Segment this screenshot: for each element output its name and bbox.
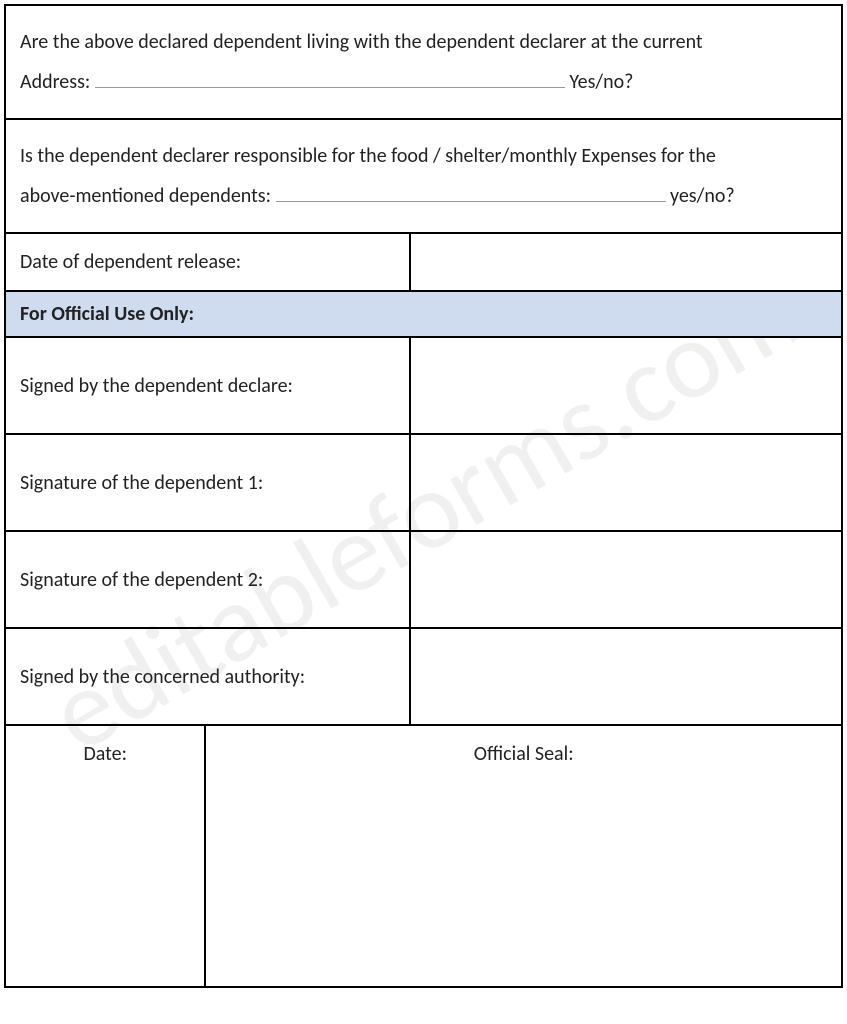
sig-dep2-row: Signature of the dependent 2:	[6, 532, 841, 629]
q1-address-label: Address:	[20, 70, 90, 94]
form-table: Are the above declared dependent living …	[4, 4, 843, 988]
signed-authority-label: Signed by the concerned authority:	[6, 629, 411, 724]
q1-suffix: Yes/no?	[569, 70, 633, 94]
dependents-input-line[interactable]	[276, 178, 666, 202]
q2-label: above-mentioned dependents:	[20, 184, 271, 208]
seal-column[interactable]: Official Seal:	[206, 726, 841, 986]
signed-declare-label: Signed by the dependent declare:	[6, 338, 411, 433]
signed-declare-value[interactable]	[411, 338, 841, 433]
question-living-with: Are the above declared dependent living …	[6, 6, 841, 120]
seal-label: Official Seal:	[474, 742, 574, 766]
sig-dep2-value[interactable]	[411, 532, 841, 627]
date-release-label: Date of dependent release:	[6, 234, 411, 290]
sig-dep1-label: Signature of the dependent 1:	[6, 435, 411, 530]
signed-declare-row: Signed by the dependent declare:	[6, 338, 841, 435]
signed-authority-row: Signed by the concerned authority:	[6, 629, 841, 726]
official-use-header: For Official Use Only:	[6, 292, 841, 338]
sig-dep2-label: Signature of the dependent 2:	[6, 532, 411, 627]
sig-dep1-row: Signature of the dependent 1:	[6, 435, 841, 532]
q2-line1: Is the dependent declarer responsible fo…	[20, 144, 716, 168]
date-release-value[interactable]	[411, 234, 841, 290]
signed-authority-value[interactable]	[411, 629, 841, 724]
date-label: Date:	[83, 742, 127, 766]
q2-suffix: yes/no?	[670, 184, 735, 208]
question-responsible: Is the dependent declarer responsible fo…	[6, 120, 841, 234]
sig-dep1-value[interactable]	[411, 435, 841, 530]
date-column[interactable]: Date:	[6, 726, 206, 986]
q1-line1: Are the above declared dependent living …	[20, 30, 703, 54]
address-input-line[interactable]	[95, 64, 565, 88]
date-release-row: Date of dependent release:	[6, 234, 841, 292]
bottom-row: Date: Official Seal:	[6, 726, 841, 986]
